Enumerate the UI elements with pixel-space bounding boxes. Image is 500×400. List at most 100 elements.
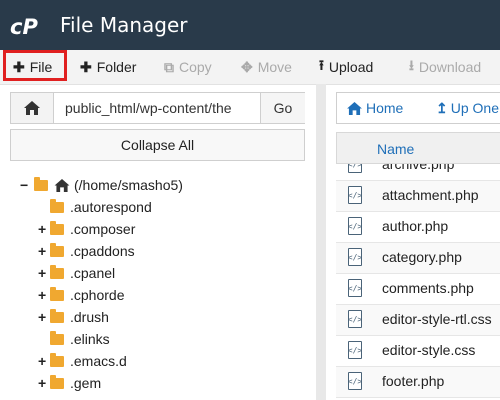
code-file-icon: </> <box>348 164 362 173</box>
tree-item-label: .emacs.d <box>70 353 127 369</box>
tree-item[interactable]: + .cphorde <box>38 284 124 306</box>
move-label: Move <box>257 59 292 75</box>
file-name: author.php <box>382 218 449 234</box>
tree-item[interactable]: + .emacs.d <box>38 350 127 372</box>
file-name: footer.php <box>382 373 445 389</box>
tree-item-label: .composer <box>70 221 136 237</box>
tree-item[interactable]: .elinks <box>38 328 110 350</box>
file-name: attachment.php <box>382 187 479 203</box>
move-button[interactable]: ✥ Move <box>241 50 292 84</box>
file-name: category.php <box>382 249 462 265</box>
move-icon: ✥ <box>241 58 253 75</box>
copy-button[interactable]: ⧉ Copy <box>164 50 212 84</box>
plus-icon: ✚ <box>13 58 25 75</box>
up-one-label: Up One <box>450 100 499 116</box>
new-file-button[interactable]: ✚ File <box>13 50 52 84</box>
file-row[interactable]: </> editor-style-rtl.css <box>336 305 500 336</box>
name-column-header[interactable]: Name <box>336 132 500 164</box>
file-row[interactable]: </> author.php <box>336 212 500 243</box>
code-file-icon: </> <box>348 310 362 328</box>
svg-text:cP: cP <box>10 15 38 39</box>
folder-icon <box>50 198 64 213</box>
code-file-icon: </> <box>348 186 362 204</box>
tree-item[interactable]: + .cpanel <box>38 262 115 284</box>
tree-item-label: .autorespond <box>70 199 152 215</box>
code-file-icon: </> <box>348 341 362 359</box>
tree-item[interactable]: .autorespond <box>38 196 152 218</box>
expand-toggle-icon[interactable]: + <box>38 287 50 303</box>
go-button[interactable]: Go <box>260 93 305 123</box>
new-folder-button[interactable]: ✚ Folder <box>80 50 136 84</box>
collapse-toggle-icon[interactable]: − <box>20 177 32 193</box>
file-row[interactable]: </> archive.php <box>336 164 500 181</box>
folder-icon <box>50 308 64 323</box>
home-label: Home <box>366 100 404 116</box>
home-icon <box>24 101 40 115</box>
upload-icon: ⭱ <box>319 57 324 73</box>
up-one-button[interactable]: ↥ Up One <box>436 93 499 123</box>
file-nav-bar: Home ↥ Up One <box>336 92 500 124</box>
folder-icon <box>50 374 64 389</box>
tree-root-label: (/home/smasho5) <box>74 177 183 193</box>
home-button[interactable]: Home <box>347 93 403 123</box>
tree-item[interactable]: + .drush <box>38 306 109 328</box>
file-name: archive.php <box>382 164 455 172</box>
tree-root[interactable]: − (/home/smasho5) <box>20 174 183 196</box>
file-row[interactable]: </> footer.php <box>336 367 500 398</box>
tree-item[interactable]: + .cpaddons <box>38 240 135 262</box>
expand-toggle-icon[interactable]: + <box>38 375 50 391</box>
code-file-icon: </> <box>348 279 362 297</box>
code-file-icon: </> <box>348 372 362 390</box>
panel-divider[interactable] <box>316 84 326 400</box>
expand-toggle-icon[interactable]: + <box>38 243 50 259</box>
file-row[interactable]: </> category.php <box>336 243 500 274</box>
plus-icon: ✚ <box>80 58 92 75</box>
copy-label: Copy <box>179 59 212 75</box>
new-folder-label: Folder <box>96 59 137 75</box>
file-name: editor-style-rtl.css <box>382 311 492 327</box>
new-file-label: File <box>29 59 53 75</box>
app-header: cP File Manager <box>0 0 500 50</box>
cpanel-logo-icon: cP <box>10 15 38 39</box>
tree-item-label: .elinks <box>70 331 110 347</box>
tree-item-label: .drush <box>70 309 109 325</box>
tree-item[interactable]: + .composer <box>38 218 135 240</box>
tree-item-label: .cpanel <box>70 265 116 281</box>
expand-toggle-icon[interactable]: + <box>38 353 50 369</box>
path-home-button[interactable] <box>11 93 54 123</box>
upload-button[interactable]: ⭱ Upload <box>319 50 373 84</box>
app-title: File Manager <box>60 13 188 37</box>
file-row[interactable]: </> attachment.php <box>336 181 500 212</box>
expand-toggle-icon[interactable]: + <box>38 309 50 325</box>
folder-icon <box>50 330 64 345</box>
folder-icon <box>50 286 64 301</box>
home-icon <box>54 178 70 192</box>
path-input[interactable] <box>54 93 260 123</box>
file-list: </> archive.php </> attachment.php </> a… <box>336 164 500 400</box>
expand-toggle-icon[interactable]: + <box>38 221 50 237</box>
file-name: editor-style.css <box>382 342 476 358</box>
code-file-icon: </> <box>348 217 362 235</box>
toolbar: ✚ File ✚ Folder ⧉ Copy ✥ Move ⭱ Upload ⭳… <box>0 50 500 85</box>
download-button[interactable]: ⭳ Download <box>409 50 481 84</box>
file-row[interactable]: </> editor-style.css <box>336 336 500 367</box>
path-bar: Go <box>10 92 305 124</box>
home-icon <box>347 101 362 115</box>
collapse-all-button[interactable]: Collapse All <box>10 129 305 161</box>
tree-item[interactable]: + .gem <box>38 372 101 394</box>
folder-icon <box>50 352 64 367</box>
tree-item-label: .cpaddons <box>70 243 135 259</box>
tree-item-label: .cphorde <box>70 287 125 303</box>
expand-toggle-icon[interactable]: + <box>38 265 50 281</box>
folder-icon <box>50 264 64 279</box>
download-label: Download <box>418 59 482 75</box>
folder-icon <box>50 242 64 257</box>
code-file-icon: </> <box>348 248 362 266</box>
level-up-icon: ↥ <box>436 99 448 116</box>
file-row[interactable]: </> comments.php <box>336 274 500 305</box>
file-name: comments.php <box>382 280 474 296</box>
open-folder-icon <box>34 176 48 191</box>
name-column-label: Name <box>377 141 415 157</box>
tree-item-label: .gem <box>70 375 102 391</box>
folder-icon <box>50 220 64 235</box>
